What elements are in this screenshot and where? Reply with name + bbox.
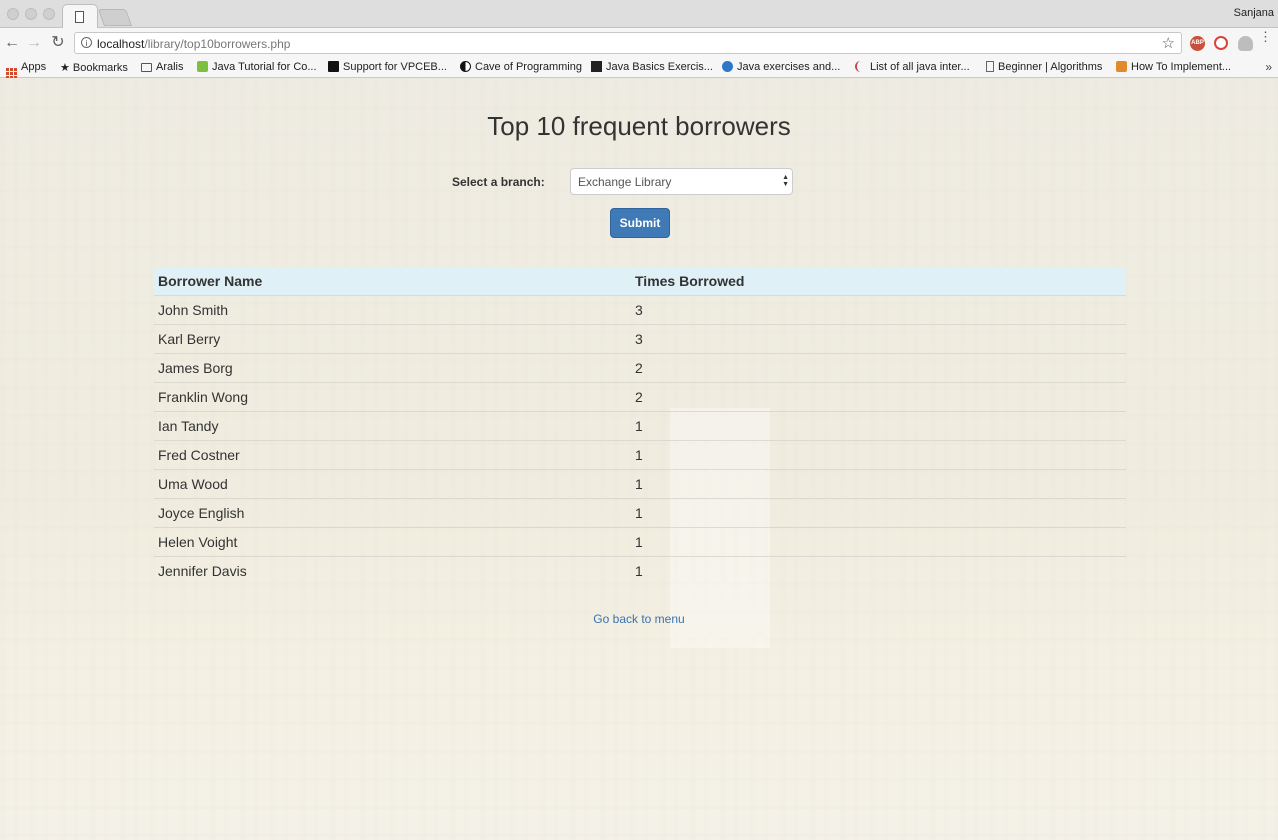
bookmark-label: List of all java inter... [870,61,970,73]
bookmark-java-tutorial[interactable]: Java Tutorial for Co... [197,61,317,73]
table-row: Helen Voight 1 [154,527,1126,557]
table-row: Ian Tandy 1 [154,411,1126,441]
profile-name[interactable]: Sanjana [1234,7,1274,19]
times-borrowed-cell: 2 [631,353,1126,383]
bookmark-support-vpceb[interactable]: Support for VPCEB... [328,61,447,73]
table-row: Jennifer Davis 1 [154,556,1126,585]
browser-menu-icon[interactable]: ⋮ [1259,30,1272,43]
column-header-borrower-name: Borrower Name [154,267,631,296]
times-borrowed-cell: 1 [631,527,1126,557]
compass-icon [722,61,733,72]
address-url[interactable]: localhost/library/top10borrowers.php [97,37,290,51]
reload-icon[interactable]: ↻ [48,33,68,53]
branch-select-value: Exchange Library [578,175,672,189]
times-borrowed-cell: 2 [631,382,1126,412]
table-row: Uma Wood 1 [154,469,1126,499]
bookmark-label: Beginner | Algorithms [998,61,1103,73]
bookmark-how-to-implement[interactable]: How To Implement... [1116,61,1231,73]
terminal-icon [591,61,602,72]
borrower-name-cell: Joyce English [154,498,631,528]
times-borrowed-cell: 1 [631,440,1126,470]
column-header-times-borrowed: Times Borrowed [631,267,1126,296]
bookmark-apps[interactable]: Apps [6,61,46,79]
bookmark-label: Java exercises and... [737,61,841,73]
url-host: localhost [97,37,145,51]
borrower-name-cell: John Smith [154,295,631,325]
code-icon [1116,61,1127,72]
browser-tab[interactable] [62,4,98,29]
bookmark-java-exercises[interactable]: Java exercises and... [722,61,840,73]
info-icon[interactable]: i [81,37,92,48]
table-row: Franklin Wong 2 [154,382,1126,412]
bookmark-label: Aralis [156,61,184,73]
times-borrowed-cell: 1 [631,556,1126,585]
bookmark-star-icon[interactable]: ☆ [1162,34,1175,52]
submit-button[interactable]: Submit [610,208,670,238]
back-to-menu-link[interactable]: Go back to menu [0,612,1278,626]
browser-titlebar: Sanjana [0,0,1278,29]
branch-select-label: Select a branch: [452,175,545,189]
table-row: John Smith 3 [154,295,1126,325]
table-row: Fred Costner 1 [154,440,1126,470]
bookmark-label: Cave of Programming [475,61,582,73]
sony-icon [328,61,339,72]
borrower-name-cell: James Borg [154,353,631,383]
table-row: Karl Berry 3 [154,324,1126,354]
bookmark-label: How To Implement... [1131,61,1232,73]
borrower-name-cell: Fred Costner [154,440,631,470]
bookmark-label: Apps [21,61,47,73]
times-borrowed-cell: 1 [631,411,1126,441]
table-row: James Borg 2 [154,353,1126,383]
borrower-name-cell: Helen Voight [154,527,631,557]
opera-extension-icon[interactable] [1214,36,1228,50]
page-icon [986,61,994,72]
bookmark-bookmarks[interactable]: ★ Bookmarks [60,61,128,74]
bookmark-aralis[interactable]: Aralis [141,61,184,73]
select-arrows-icon: ▲ ▼ [782,174,789,188]
back-arrow-icon[interactable]: ← [2,33,22,53]
bookmark-beginner-algorithms[interactable]: Beginner | Algorithms [986,61,1102,73]
more-bookmarks-chevron-icon[interactable]: » [1265,60,1272,74]
close-window-button[interactable] [7,8,19,20]
zoom-window-button[interactable] [43,8,55,20]
borrower-name-cell: Karl Berry [154,324,631,354]
yin-yang-icon [460,61,471,72]
cloud-extension-icon[interactable] [1238,36,1253,51]
folder-icon [141,63,152,72]
bookmark-label: Bookmarks [72,62,128,74]
browser-toolbar: ← → ↻ i localhost/library/top10borrowers… [0,28,1278,58]
udemy-icon [197,61,208,72]
page-title: Top 10 frequent borrowers [487,111,791,141]
times-borrowed-cell: 3 [631,324,1126,354]
table-header-row: Borrower Name Times Borrowed [154,267,1126,296]
times-borrowed-cell: 1 [631,498,1126,528]
times-borrowed-cell: 3 [631,295,1126,325]
new-tab-button[interactable] [97,9,133,26]
borrowers-table: Borrower Name Times Borrowed John Smith 3… [154,267,1126,585]
bookmarks-bar: Apps ★ Bookmarks Aralis Java Tutorial for… [0,58,1278,79]
adblock-extension-icon[interactable]: ABP [1190,36,1205,51]
borrower-name-cell: Uma Wood [154,469,631,499]
branch-select[interactable]: Exchange Library ▲ ▼ [570,168,793,195]
forward-arrow-icon[interactable]: → [24,33,44,53]
address-bar[interactable]: i localhost/library/top10borrowers.php ☆ [74,32,1182,54]
document-icon [75,11,84,23]
borrower-name-cell: Jennifer Davis [154,556,631,585]
bookmark-cave-of-programming[interactable]: Cave of Programming [460,61,582,73]
borrower-name-cell: Ian Tandy [154,411,631,441]
moon-icon [855,61,866,72]
bookmark-java-interview[interactable]: List of all java inter... [855,61,970,73]
table-row: Joyce English 1 [154,498,1126,528]
minimize-window-button[interactable] [25,8,37,20]
page-body: Top 10 frequent borrowers Select a branc… [0,78,1278,840]
url-path: /library/top10borrowers.php [144,37,291,51]
times-borrowed-cell: 1 [631,469,1126,499]
bookmark-label: Support for VPCEB... [343,61,447,73]
bookmark-label: Java Basics Exercis... [606,61,713,73]
star-icon: ★ [60,62,70,74]
bookmark-java-basics[interactable]: Java Basics Exercis... [591,61,713,73]
bookmark-label: Java Tutorial for Co... [212,61,317,73]
borrower-name-cell: Franklin Wong [154,382,631,412]
